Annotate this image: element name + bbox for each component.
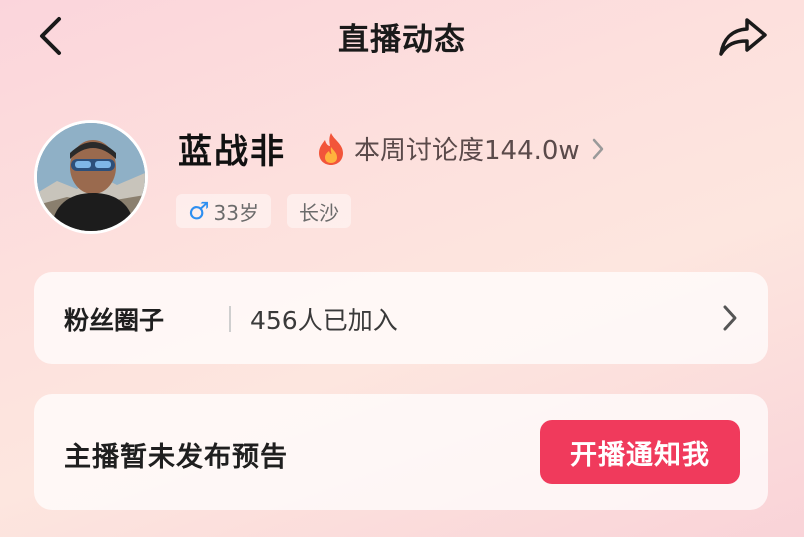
heat-label: 本周讨论度144.0w: [354, 136, 580, 166]
male-icon: ♂: [188, 197, 210, 225]
chevron-right-icon: [723, 305, 737, 331]
fan-circle-title: 粉丝圈子: [64, 306, 165, 335]
city-tag: 长沙: [286, 194, 351, 228]
fan-circle-card[interactable]: 粉丝圈子 456人已加入: [34, 272, 768, 364]
avatar-image: [37, 123, 145, 231]
top-bar: 直播动态: [0, 0, 804, 72]
profile-tags: ♂ 33岁 长沙: [176, 194, 351, 228]
broadcast-notice-card: 主播暂未发布预告 开播通知我: [34, 394, 768, 510]
fan-circle-count: 456人已加入: [250, 306, 398, 335]
notice-text: 主播暂未发布预告: [64, 442, 288, 473]
host-name: 蓝战非: [178, 132, 286, 172]
notify-me-button[interactable]: 开播通知我: [540, 420, 740, 484]
flame-icon: [319, 132, 343, 165]
avatar[interactable]: [34, 120, 148, 234]
city-label: 长沙: [298, 200, 339, 225]
share-arrow-icon: [719, 18, 767, 56]
page-title: 直播动态: [338, 22, 466, 58]
age-label: 33岁: [213, 200, 259, 225]
chevron-right-icon: [592, 138, 603, 159]
heat-link[interactable]: 本周讨论度144.0w: [316, 130, 604, 167]
divider: [229, 306, 231, 332]
age-tag: ♂ 33岁: [176, 194, 271, 228]
share-button[interactable]: [716, 14, 770, 60]
